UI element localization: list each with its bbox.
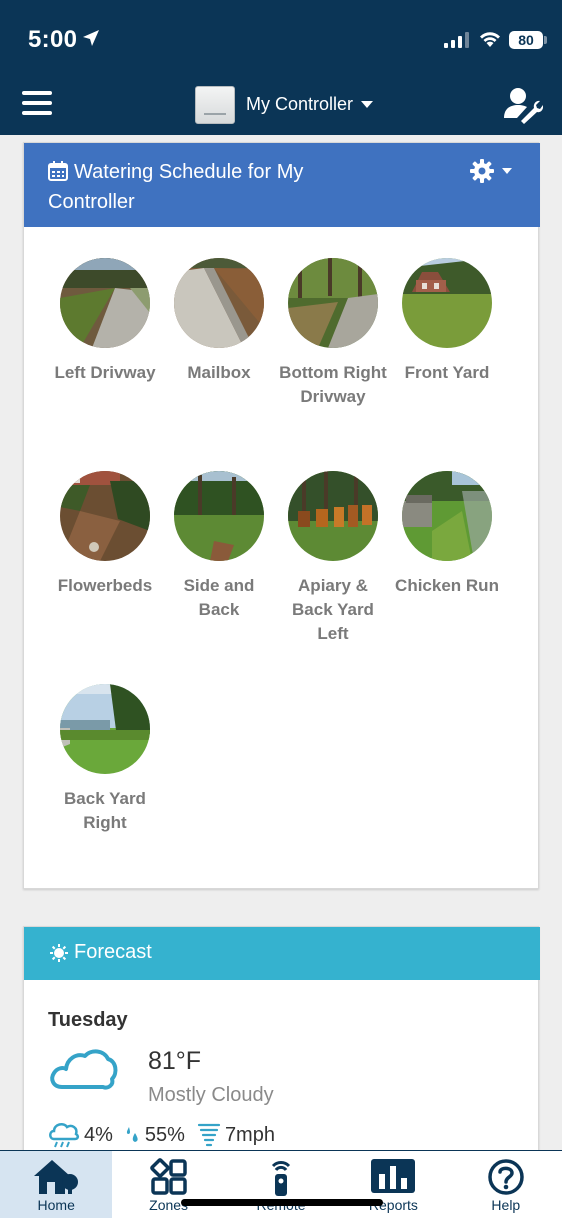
bar-chart-icon (371, 1159, 416, 1193)
zone-back-yard-right[interactable]: Back Yard Right (48, 684, 162, 835)
forecast-header: Forecast (24, 927, 540, 980)
tab-remote[interactable]: Remote (225, 1151, 337, 1218)
zone-photo (288, 471, 378, 561)
zone-side-and-back[interactable]: Side and Back (162, 471, 276, 622)
chevron-down-icon (502, 168, 512, 174)
forecast-title: Forecast (50, 941, 152, 964)
controller-name: My Controller (246, 94, 354, 114)
schedule-title-text: Watering Schedule for My Controller (48, 161, 304, 213)
forecast-card: Forecast Tuesday 81°F Mostly Cloudy 4% 5… (23, 926, 540, 1186)
location-arrow-icon (83, 30, 99, 46)
zone-label: Bottom Right Drivway (279, 363, 387, 406)
zone-apiary-back-yard-left[interactable]: Apiary & Back Yard Left (276, 471, 390, 646)
zone-label: Chicken Run (395, 576, 499, 595)
zone-label: Left Drivway (54, 363, 156, 382)
rain-cloud-icon (49, 1122, 80, 1148)
schedule-header: Watering Schedule for My Controller (24, 143, 540, 227)
zone-photo (60, 258, 150, 348)
zone-mailbox[interactable]: Mailbox (162, 258, 276, 385)
zone-photo (174, 471, 264, 561)
zone-label: Front Yard (404, 363, 490, 382)
help-icon (488, 1159, 524, 1195)
zone-label: Back Yard Right (64, 789, 146, 832)
wind-metric: 7mph (197, 1122, 275, 1148)
forecast-day: Tuesday (48, 1009, 128, 1031)
wifi-icon (480, 32, 500, 47)
precipitation-value: 4% (84, 1123, 113, 1146)
forecast-title-text: Forecast (74, 941, 152, 963)
bottom-tab-bar: Home Zones Remote Reports (0, 1150, 562, 1218)
battery-nub (544, 36, 547, 44)
tab-label: Home (37, 1197, 75, 1213)
zone-photo (60, 471, 150, 561)
home-icon (34, 1160, 79, 1194)
tab-home[interactable]: Home (0, 1151, 113, 1218)
zone-left-drivway[interactable]: Left Drivway (48, 258, 162, 385)
cloud-icon (50, 1049, 118, 1090)
zone-label: Side and Back (183, 576, 255, 619)
tab-label: Help (491, 1197, 521, 1213)
humidity-drops-icon (126, 1127, 138, 1142)
tab-help[interactable]: Help (450, 1151, 562, 1218)
schedule-settings-button[interactable] (470, 157, 520, 185)
zone-photo (60, 684, 150, 774)
forecast-metrics: 4% 55% 7mph (48, 1121, 287, 1149)
zone-photo (402, 471, 492, 561)
cellular-signal-icon (444, 32, 469, 48)
sun-icon (50, 943, 68, 962)
top-bar: 5:00 80 My Controller (0, 0, 562, 135)
zone-label: Flowerbeds (57, 576, 153, 595)
wind-value: 7mph (224, 1123, 275, 1146)
zone-front-yard[interactable]: Front Yard (390, 258, 504, 385)
watering-schedule-card: Watering Schedule for My Controller Left… (23, 142, 540, 889)
user-settings-icon[interactable] (503, 86, 543, 124)
tab-reports[interactable]: Reports (337, 1151, 449, 1218)
tab-zones[interactable]: Zones (112, 1151, 224, 1218)
zone-photo (288, 258, 378, 348)
home-indicator (181, 1199, 383, 1206)
hamburger-menu-icon[interactable] (22, 91, 52, 117)
battery-icon: 80 (509, 31, 543, 49)
wind-icon (197, 1123, 221, 1147)
zones-grid-icon (149, 1158, 187, 1195)
temperature: 81°F (148, 1047, 202, 1075)
schedule-title: Watering Schedule for My Controller (48, 157, 388, 217)
zone-chicken-run[interactable]: Chicken Run (390, 471, 504, 598)
zone-label: Apiary & Back Yard Left (292, 576, 374, 643)
remote-icon (271, 1161, 291, 1196)
gear-icon (470, 159, 494, 183)
zone-photo (174, 258, 264, 348)
humidity-value: 55% (144, 1123, 185, 1146)
weather-condition: Mostly Cloudy (148, 1084, 274, 1106)
controller-thumbnail[interactable] (195, 86, 235, 124)
zone-photo (402, 258, 492, 348)
humidity-metric: 55% (125, 1124, 185, 1147)
status-time: 5:00 (28, 26, 78, 53)
chevron-down-icon (361, 101, 374, 108)
zone-label: Mailbox (187, 363, 251, 382)
calendar-icon (48, 161, 68, 181)
controller-selector[interactable]: My Controller (246, 94, 374, 115)
zone-flowerbeds[interactable]: Flowerbeds (48, 471, 162, 598)
precipitation-metric: 4% (48, 1121, 113, 1149)
zone-bottom-right-drivway[interactable]: Bottom Right Drivway (276, 258, 390, 409)
